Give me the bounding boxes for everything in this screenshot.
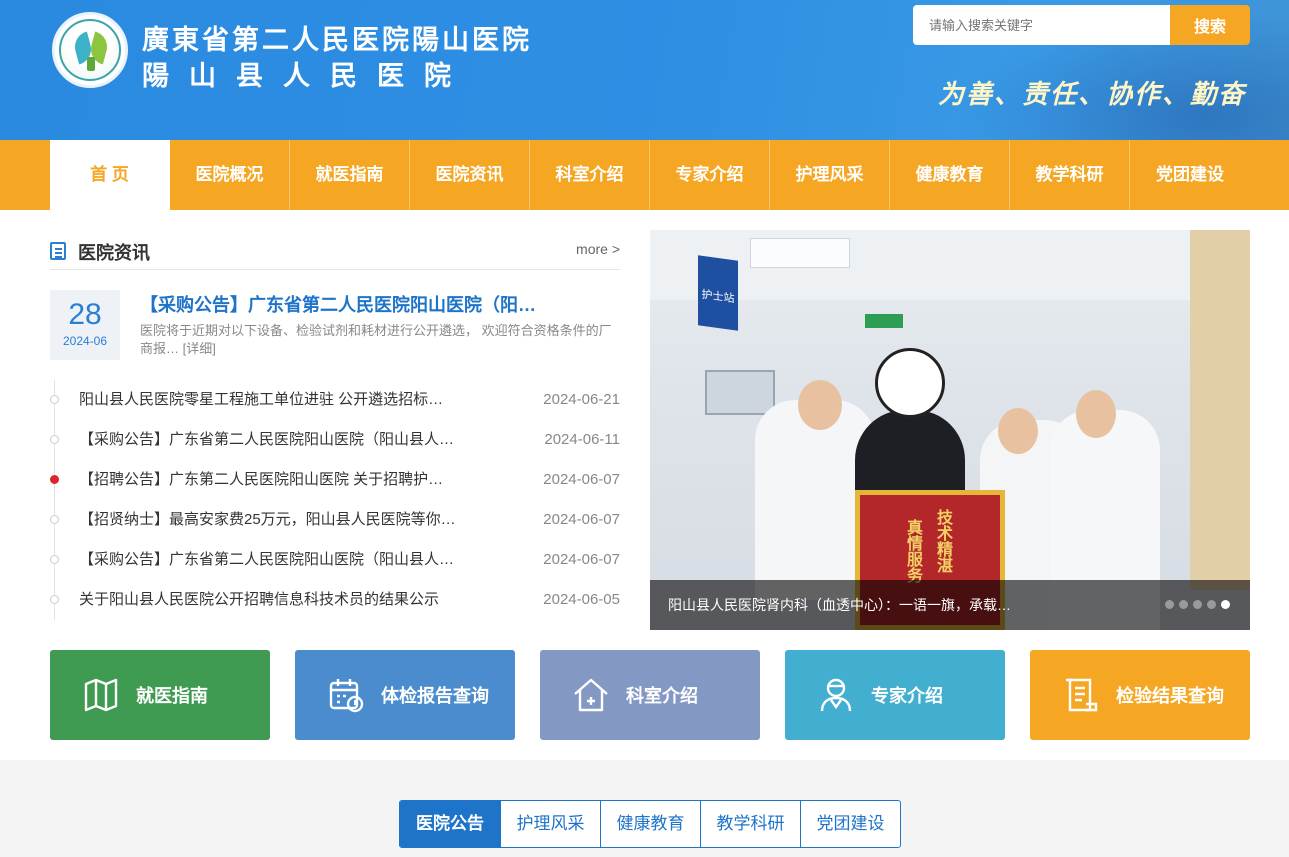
quick-link-3[interactable]: 专家介绍 <box>785 650 1005 740</box>
slider-dot[interactable] <box>1165 600 1174 609</box>
bottom-tab-3[interactable]: 教学科研 <box>700 801 800 847</box>
document-icon <box>1060 674 1102 716</box>
nav-item-6[interactable]: 护理风采 <box>770 140 890 210</box>
timeline-dot-icon <box>50 555 59 564</box>
bottom-section: 医院公告 护理风采 健康教育 教学科研 党团建设 <box>0 760 1289 857</box>
site-header: 廣東省第二人民医院陽山医院 陽山县人民医院 搜索 为善、责任、协作、勤奋 <box>0 0 1289 140</box>
timeline-dot-icon <box>50 515 59 524</box>
news-item-date: 2024-06-11 <box>544 431 620 448</box>
quick-link-4[interactable]: 检验结果查询 <box>1030 650 1250 740</box>
featured-year-month: 2024-06 <box>62 334 108 348</box>
bottom-tab-0[interactable]: 医院公告 <box>400 801 500 847</box>
quick-link-0[interactable]: 就医指南 <box>50 650 270 740</box>
slider-dot[interactable] <box>1207 600 1216 609</box>
featured-day: 28 <box>68 298 102 331</box>
news-more-link[interactable]: more > <box>576 241 620 257</box>
news-list-item[interactable]: 阳山县人民医院零星工程施工单位进驻 公开遴选招标… 2024-06-21 <box>50 380 620 420</box>
nav-item-3[interactable]: 医院资讯 <box>410 140 530 210</box>
search-button[interactable]: 搜索 <box>1170 5 1250 45</box>
quick-link-label: 专家介绍 <box>871 686 943 706</box>
bottom-tab-1[interactable]: 护理风采 <box>500 801 600 847</box>
news-item-title[interactable]: 【招贤纳士】最高安家费25万元，阳山县人民医院等你… <box>79 500 456 540</box>
news-item-date: 2024-06-07 <box>543 511 620 528</box>
timeline-dot-icon <box>50 395 59 404</box>
bottom-tab-2[interactable]: 健康教育 <box>600 801 700 847</box>
news-list: 阳山县人民医院零星工程施工单位进驻 公开遴选招标… 2024-06-21 【采购公告… <box>50 380 620 620</box>
quick-link-1[interactable]: 体检报告查询 <box>295 650 515 740</box>
doctor-icon <box>815 674 857 716</box>
news-list-item[interactable]: 【招贤纳士】最高安家费25万元，阳山县人民医院等你… 2024-06-07 <box>50 500 620 540</box>
hospital-name-line2: 陽山县人民医院 <box>142 61 471 92</box>
search-input[interactable] <box>913 5 1170 45</box>
news-section-header: 医院资讯 more > <box>50 232 620 270</box>
search-box: 搜索 <box>913 5 1250 45</box>
nav-item-0[interactable]: 首 页 <box>50 140 170 210</box>
nav-item-5[interactable]: 专家介绍 <box>650 140 770 210</box>
house-plus-icon <box>570 674 612 716</box>
nurse-station-sign: 护士站 <box>698 255 738 331</box>
quick-link-2[interactable]: 科室介绍 <box>540 650 760 740</box>
nav-item-9[interactable]: 党团建设 <box>1130 140 1250 210</box>
nav-item-2[interactable]: 就医指南 <box>290 140 410 210</box>
quick-link-label: 科室介绍 <box>626 686 698 706</box>
news-list-item[interactable]: 【采购公告】广东省第二人民医院阳山医院（阳山县人… 2024-06-07 <box>50 540 620 580</box>
slider-caption[interactable]: 阳山县人民医院肾内科（血透中心）：一语一旗，承载… <box>668 595 1011 615</box>
featured-date: 28 2024-06 <box>50 290 120 360</box>
quick-link-label: 体检报告查询 <box>381 686 489 706</box>
news-icon <box>50 242 66 260</box>
slider-dot[interactable] <box>1221 600 1230 609</box>
news-item-title[interactable]: 【采购公告】广东省第二人民医院阳山医院（阳山县人… <box>79 420 454 460</box>
timeline-dot-icon <box>50 475 59 484</box>
nav-item-7[interactable]: 健康教育 <box>890 140 1010 210</box>
news-list-item[interactable]: 【采购公告】广东省第二人民医院阳山医院（阳山县人… 2024-06-11 <box>50 420 620 460</box>
featured-news[interactable]: 28 2024-06 【采购公告】广东省第二人民医院阳山医院（阳… 医院将于近期… <box>50 290 620 360</box>
cartoon-face-sticker <box>875 348 945 418</box>
quick-links: 就医指南 体检报告查询 科室介绍 专家介绍 检验结果查询 <box>50 650 1250 740</box>
news-item-title[interactable]: 【招聘公告】广东第二人民医院阳山医院 关于招聘护… <box>79 460 443 500</box>
news-list-item[interactable]: 关于阳山县人民医院公开招聘信息科技术员的结果公示 2024-06-05 <box>50 580 620 620</box>
nav-item-8[interactable]: 教学科研 <box>1010 140 1130 210</box>
main-nav: 首 页医院概况 就医指南 医院资讯 科室介绍 专家介绍 护理风采 健康教育 教学科研 党团建设 <box>0 140 1289 210</box>
slider-caption-bar: 阳山县人民医院肾内科（血透中心）：一语一旗，承载… <box>650 580 1250 630</box>
news-item-date: 2024-06-07 <box>543 551 620 568</box>
news-item-title[interactable]: 阳山县人民医院零星工程施工单位进驻 公开遴选招标… <box>79 380 443 420</box>
hospital-logo-icon[interactable] <box>52 12 128 88</box>
image-slider[interactable]: 护士站 技术精湛 真情服务 阳山县人民医院肾内科（血透中心）：一语一旗，承载… <box>650 230 1250 630</box>
quick-link-label: 检验结果查询 <box>1116 686 1224 706</box>
timeline-dot-icon <box>50 435 59 444</box>
slider-dot[interactable] <box>1179 600 1188 609</box>
news-item-date: 2024-06-07 <box>543 471 620 488</box>
featured-summary: 医院将于近期对以下设备、检验试剂和耗材进行公开遴选， 欢迎符合资格条件的厂商报…… <box>140 323 612 356</box>
bottom-tabs: 医院公告 护理风采 健康教育 教学科研 党团建设 <box>399 800 901 848</box>
news-item-date: 2024-06-21 <box>543 391 620 408</box>
quick-link-label: 就医指南 <box>136 686 208 706</box>
exit-sign <box>865 314 903 328</box>
featured-title[interactable]: 【采购公告】广东省第二人民医院阳山医院（阳… <box>140 291 536 317</box>
map-icon <box>80 674 122 716</box>
news-item-date: 2024-06-05 <box>543 591 620 608</box>
bottom-tab-4[interactable]: 党团建设 <box>800 801 900 847</box>
news-list-item[interactable]: 【招聘公告】广东第二人民医院阳山医院 关于招聘护… 2024-06-07 <box>50 460 620 500</box>
slider-dots <box>1165 600 1230 609</box>
slider-dot[interactable] <box>1193 600 1202 609</box>
calendar-icon <box>325 674 367 716</box>
news-item-title[interactable]: 【采购公告】广东省第二人民医院阳山医院（阳山县人… <box>79 540 454 580</box>
timeline-dot-icon <box>50 595 59 604</box>
hospital-motto: 为善、责任、协作、勤奋 <box>938 80 1247 110</box>
news-item-title[interactable]: 关于阳山县人民医院公开招聘信息科技术员的结果公示 <box>79 580 439 620</box>
hospital-name-line1: 廣東省第二人民医院陽山医院 <box>142 25 532 56</box>
news-section-title: 医院资讯 <box>78 243 150 263</box>
nav-item-4[interactable]: 科室介绍 <box>530 140 650 210</box>
nav-item-1[interactable]: 医院概况 <box>170 140 290 210</box>
